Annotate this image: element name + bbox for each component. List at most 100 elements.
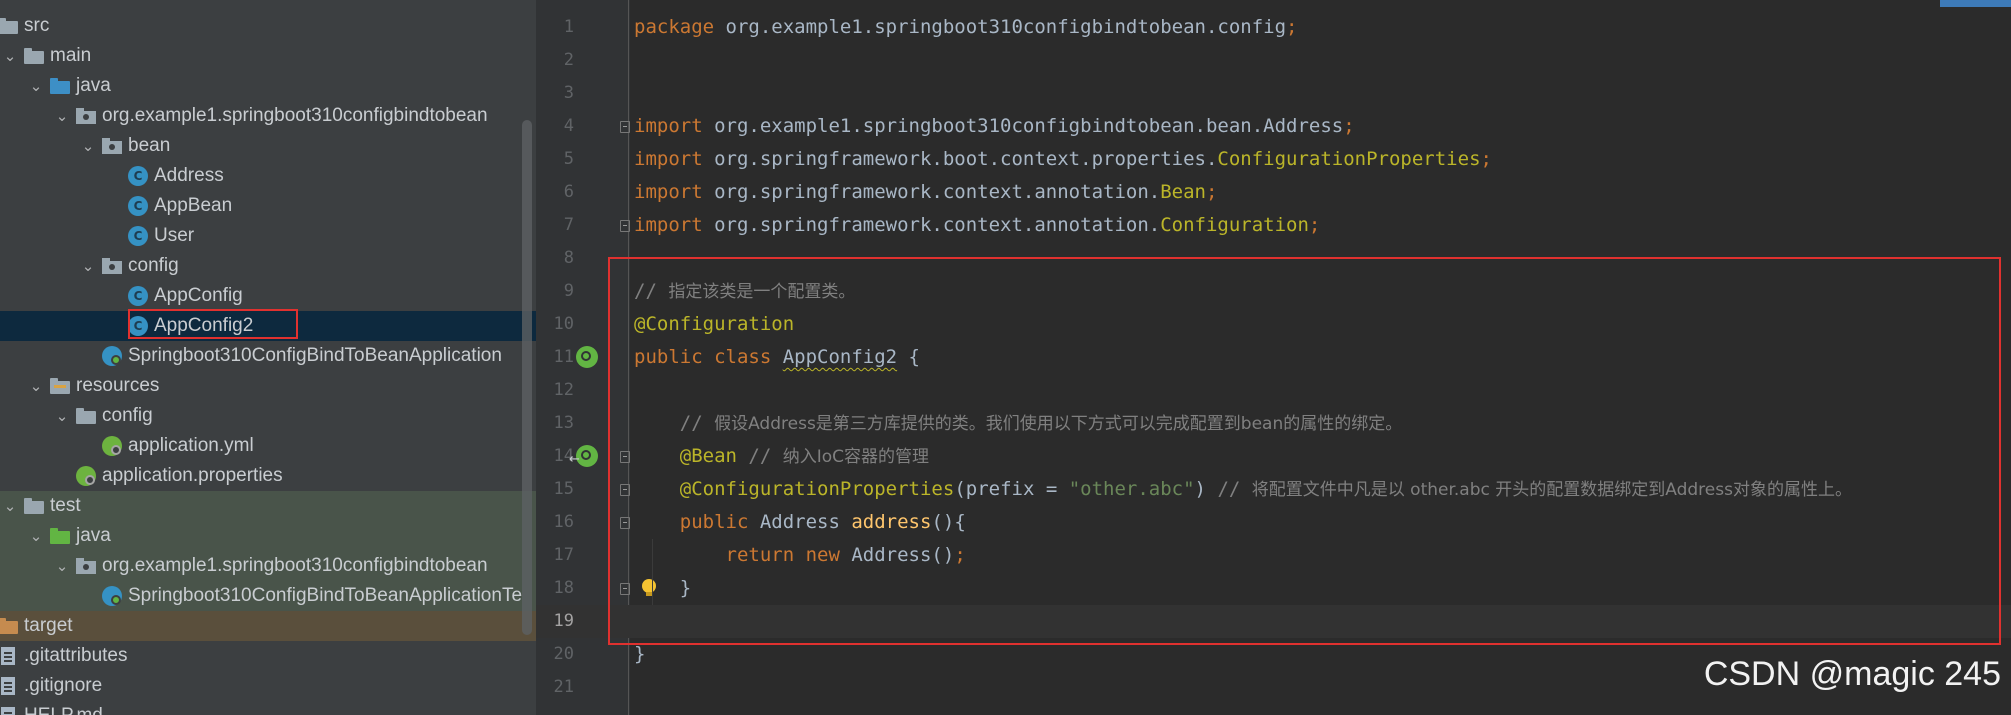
- tree-item-label: User: [154, 225, 195, 246]
- code-token: import: [634, 181, 715, 203]
- tree-item-org-example1-springboot310configbindtobean[interactable]: ⌄ org.example1.springboot310configbindtob…: [0, 101, 536, 131]
- code-token: ;: [1205, 181, 1218, 203]
- code-token: }: [634, 643, 646, 665]
- tree-item-springboot310configbindtobeanapplicationte[interactable]: · Springboot310ConfigBindToBeanApplicatio…: [0, 581, 536, 611]
- test-folder-icon: [50, 526, 70, 546]
- chevron-down-icon[interactable]: ⌄: [78, 257, 98, 275]
- code-token: ConfigurationProperties: [1217, 148, 1481, 170]
- tree-item-label: target: [24, 615, 73, 636]
- fold-marker-icon[interactable]: [620, 220, 630, 232]
- navigate-arrow-icon[interactable]: ←: [569, 453, 581, 466]
- tree-item-config[interactable]: ⌄ config: [0, 401, 536, 431]
- code-text: import org.springframework.boot.context.…: [634, 143, 1492, 176]
- chevron-down-icon[interactable]: ⌄: [26, 377, 46, 395]
- tree-item-label: config: [102, 405, 153, 426]
- tree-item-application-properties[interactable]: · application.properties: [0, 461, 536, 491]
- spring-bean-gutter-icon[interactable]: [576, 346, 598, 368]
- spring-boot-test-class-icon: [102, 586, 122, 606]
- code-line-4[interactable]: 4 import org.example1.springboot310config…: [536, 110, 2011, 143]
- tree-item-resources[interactable]: ⌄ resources: [0, 371, 536, 401]
- tree-item-label: main: [50, 45, 92, 66]
- chevron-down-icon[interactable]: ⌄: [52, 407, 72, 425]
- tree-item-bean[interactable]: ⌄ bean: [0, 131, 536, 161]
- chevron-down-icon[interactable]: ⌄: [26, 77, 46, 95]
- code-token: org.springframework.context.annotation.: [714, 214, 1161, 236]
- line-number: 20: [553, 644, 574, 664]
- tree-item-java[interactable]: ⌄ java: [0, 71, 536, 101]
- line-number: 21: [553, 677, 574, 697]
- chevron-down-icon[interactable]: ⌄: [0, 497, 20, 515]
- chevron-down-icon[interactable]: ⌄: [52, 107, 72, 125]
- chevron-down-icon[interactable]: ⌄: [26, 527, 46, 545]
- code-token: org.example1.springboot310configbindtobe…: [714, 115, 1344, 137]
- code-line-7[interactable]: 7 import org.springframework.context.anno…: [536, 209, 2011, 242]
- code-text: package org.example1.springboot310config…: [634, 11, 1297, 44]
- code-line-3[interactable]: 3: [536, 77, 2011, 110]
- source-folder-icon: [50, 76, 70, 96]
- text-file-icon: [0, 676, 18, 696]
- line-number: 11: [553, 347, 574, 367]
- resources-folder-icon: [50, 376, 70, 396]
- folder-icon: [24, 496, 44, 516]
- tree-item--gitignore[interactable]: ·.gitignore: [0, 671, 536, 701]
- class-icon: [128, 226, 148, 246]
- tree-item-label: bean: [128, 135, 171, 156]
- fold-marker-icon[interactable]: [620, 121, 630, 133]
- tree-item-appbean[interactable]: · AppBean: [0, 191, 536, 221]
- excluded-folder-icon: [0, 616, 18, 636]
- folder-icon: [76, 406, 96, 426]
- tree-item-appconfig[interactable]: · AppConfig: [0, 281, 536, 311]
- code-token: org.example1.springboot310configbindtobe…: [725, 16, 1287, 38]
- annotation-box-appconfig2: [128, 309, 298, 339]
- tree-item-label: org.example1.springboot310configbindtobe…: [102, 555, 488, 576]
- watermark: CSDN @magic 245: [1703, 655, 2001, 693]
- tree-item-main[interactable]: ⌄ main: [0, 41, 536, 71]
- spacer: ·: [78, 587, 98, 605]
- code-line-1[interactable]: 1 package org.example1.springboot310confi…: [536, 11, 2011, 44]
- tree-item-help-md[interactable]: ·HELP.md: [0, 701, 536, 715]
- annotation-box-code: [608, 257, 2001, 645]
- tree-item-label: src: [24, 15, 50, 36]
- scroll-indicator: [1940, 0, 2011, 7]
- tree-item-test[interactable]: ⌄ test: [0, 491, 536, 521]
- tree-item-org-example1-springboot310configbindtobean[interactable]: ⌄ org.example1.springboot310configbindtob…: [0, 551, 536, 581]
- tree-item-springboot310configbindtobeanapplication[interactable]: · Springboot310ConfigBindToBeanApplicatio…: [0, 341, 536, 371]
- code-text: import org.springframework.context.annot…: [634, 209, 1320, 242]
- code-line-2[interactable]: 2: [536, 44, 2011, 77]
- class-icon: [128, 286, 148, 306]
- spring-config-icon: [102, 436, 122, 456]
- package-icon: [102, 256, 122, 276]
- chevron-down-icon[interactable]: ⌄: [78, 137, 98, 155]
- tree-item-src[interactable]: ⌄src: [0, 11, 536, 41]
- class-icon: [128, 196, 148, 216]
- tree-item-label: AppBean: [154, 195, 233, 216]
- line-number: 1: [563, 17, 574, 37]
- code-line-5[interactable]: 5 import org.springframework.boot.context…: [536, 143, 2011, 176]
- spacer: ·: [78, 437, 98, 455]
- code-line-6[interactable]: 6 import org.springframework.context.anno…: [536, 176, 2011, 209]
- line-number: 2: [563, 50, 574, 70]
- line-number: 19: [553, 611, 574, 631]
- tree-item-label: test: [50, 495, 81, 516]
- tree-item-label: resources: [76, 375, 160, 396]
- tree-item-application-yml[interactable]: · application.yml: [0, 431, 536, 461]
- class-icon: [128, 166, 148, 186]
- code-token: ;: [1343, 115, 1355, 137]
- tree-item--gitattributes[interactable]: ·.gitattributes: [0, 641, 536, 671]
- line-number: 16: [553, 512, 574, 532]
- code-token: Configuration: [1160, 214, 1309, 236]
- spring-boot-class-icon: [102, 346, 122, 366]
- spring-config-icon: [76, 466, 96, 486]
- package-icon: [76, 556, 96, 576]
- tree-item-target[interactable]: ›target: [0, 611, 536, 641]
- tree-item-java[interactable]: ⌄ java: [0, 521, 536, 551]
- code-text: import org.example1.springboot310configb…: [634, 110, 1355, 143]
- tree-scrollbar[interactable]: [522, 120, 532, 635]
- tree-item-label: AppConfig: [154, 285, 243, 306]
- chevron-down-icon[interactable]: ⌄: [52, 557, 72, 575]
- tree-item-config[interactable]: ⌄ config: [0, 251, 536, 281]
- line-number: 17: [553, 545, 574, 565]
- tree-item-user[interactable]: · User: [0, 221, 536, 251]
- chevron-down-icon[interactable]: ⌄: [0, 47, 20, 65]
- tree-item-address[interactable]: · Address: [0, 161, 536, 191]
